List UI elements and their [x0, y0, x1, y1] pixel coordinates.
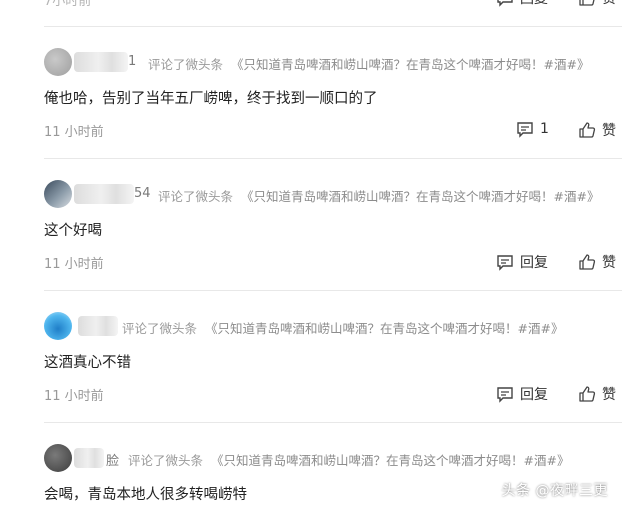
comment-icon [497, 0, 513, 7]
comment-action: 评论了微头条 [148, 57, 224, 72]
comment-partial-top: 7小时前 回复 赞 [0, 0, 622, 26]
like-button[interactable]: 赞 [578, 252, 616, 272]
comment-action: 评论了微头条 [158, 189, 234, 204]
thumbs-up-icon [579, 0, 595, 6]
like-label: 赞 [602, 255, 616, 271]
reply-label: 回复 [520, 255, 548, 271]
like-button[interactable]: 赞 [578, 0, 616, 8]
like-label: 赞 [602, 387, 616, 403]
reply-button[interactable]: 回复 [496, 252, 548, 272]
reply-button[interactable]: 1 [516, 120, 549, 138]
like-button[interactable]: 赞 [578, 384, 616, 404]
comment-time: 7小时前 [44, 0, 92, 9]
comment-icon [497, 255, 513, 271]
divider [44, 26, 622, 27]
like-button[interactable]: 赞 [578, 120, 616, 140]
comment-item: 1 评论了微头条 《只知道青岛啤酒和崂山啤酒？在青岛这个啤酒才好喝！#酒#》 俺也… [0, 40, 622, 158]
comment-meta: 评论了微头条 《只知道青岛啤酒和崂山啤酒？在青岛这个啤酒才好喝！#酒#》 [128, 450, 569, 469]
comment-content: 会喝，青岛本地人很多转喝崂特 [44, 487, 247, 503]
username-blurred[interactable] [74, 448, 104, 468]
comment-content: 这酒真心不错 [44, 355, 131, 371]
username-blurred[interactable] [74, 52, 128, 72]
comment-meta: 评论了微头条 《只知道青岛啤酒和崂山啤酒？在青岛这个啤酒才好喝！#酒#》 [158, 186, 599, 205]
comment-time: 11 小时前 [44, 125, 104, 140]
comment-action: 评论了微头条 [128, 453, 204, 468]
comment-item: 脸 评论了微头条 《只知道青岛啤酒和崂山啤酒？在青岛这个啤酒才好喝！#酒#》 会喝… [0, 436, 622, 518]
username-fragment[interactable]: 1 [128, 54, 136, 69]
like-label: 赞 [602, 0, 616, 8]
username-blurred[interactable] [78, 316, 118, 336]
username-fragment[interactable]: 54 [134, 186, 151, 201]
comment-content: 这个好喝 [44, 223, 102, 239]
divider [44, 422, 622, 423]
comment-icon [517, 122, 533, 138]
comment-action: 评论了微头条 [122, 321, 198, 336]
avatar[interactable] [44, 312, 72, 340]
thumbs-up-icon [579, 254, 596, 270]
thumbs-up-icon [579, 122, 596, 138]
article-link[interactable]: 《只知道青岛啤酒和崂山啤酒？在青岛这个啤酒才好喝！#酒#》 [231, 57, 589, 72]
comment-time: 11 小时前 [44, 257, 104, 272]
comment-content: 俺也哈，告别了当年五厂崂啤，终于找到一顺口的了 [44, 91, 378, 107]
avatar[interactable] [44, 180, 72, 208]
article-link[interactable]: 《只知道青岛啤酒和崂山啤酒？在青岛这个啤酒才好喝！#酒#》 [205, 321, 563, 336]
thumbs-up-icon [579, 386, 596, 402]
comment-meta: 评论了微头条 《只知道青岛啤酒和崂山啤酒？在青岛这个啤酒才好喝！#酒#》 [148, 54, 589, 73]
comment-icon [497, 387, 513, 403]
watermark: 头条 @夜畔三更 [501, 483, 608, 499]
reply-label: 回复 [520, 387, 548, 403]
article-link[interactable]: 《只知道青岛啤酒和崂山啤酒？在青岛这个啤酒才好喝！#酒#》 [211, 453, 569, 468]
comment-meta: 评论了微头条 《只知道青岛啤酒和崂山啤酒？在青岛这个啤酒才好喝！#酒#》 [122, 318, 563, 337]
reply-label: 回复 [520, 0, 548, 8]
divider [44, 290, 622, 291]
avatar[interactable] [44, 48, 72, 76]
comment-item: 54 评论了微头条 《只知道青岛啤酒和崂山啤酒？在青岛这个啤酒才好喝！#酒#》 这… [0, 172, 622, 290]
reply-button[interactable]: 回复 [496, 384, 548, 404]
article-link[interactable]: 《只知道青岛啤酒和崂山啤酒？在青岛这个啤酒才好喝！#酒#》 [241, 189, 599, 204]
divider [44, 158, 622, 159]
reply-button[interactable]: 回复 [496, 0, 548, 8]
username-fragment[interactable]: 脸 [106, 450, 119, 469]
avatar[interactable] [44, 444, 72, 472]
username-blurred[interactable] [74, 184, 134, 204]
reply-count: 1 [540, 121, 549, 137]
like-label: 赞 [602, 123, 616, 139]
comment-time: 11 小时前 [44, 389, 104, 404]
comment-item: 评论了微头条 《只知道青岛啤酒和崂山啤酒？在青岛这个啤酒才好喝！#酒#》 这酒真心… [0, 304, 622, 422]
